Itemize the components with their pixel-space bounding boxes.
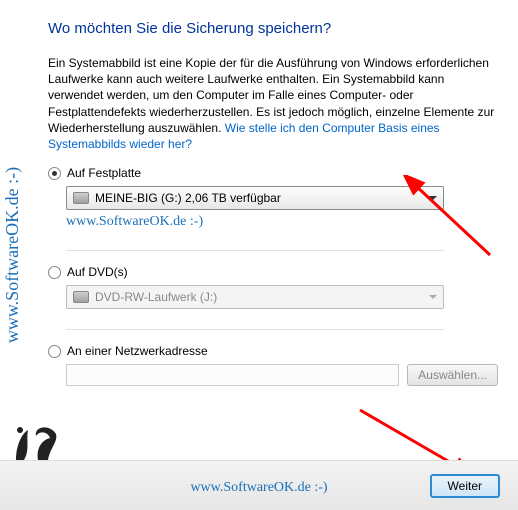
watermark-inline-1: www.SoftwareOK.de :-) (66, 214, 498, 230)
drive-icon (73, 192, 89, 204)
radio-dvd[interactable] (48, 266, 61, 279)
next-button[interactable]: Weiter (430, 474, 500, 498)
description-text: Ein Systemabbild ist eine Kopie der für … (48, 55, 498, 152)
browse-button: Auswählen... (407, 364, 498, 386)
footer-bar: www.SoftwareOK.de :-) Weiter (0, 460, 518, 510)
option-harddisk[interactable]: Auf Festplatte (48, 166, 498, 180)
chevron-down-icon (429, 295, 437, 299)
dropdown-dvd-value: DVD-RW-Laufwerk (J:) (95, 290, 217, 304)
network-row: Auswählen... (66, 364, 498, 386)
dropdown-harddisk[interactable]: MEINE-BIG (G:) 2,06 TB verfügbar (66, 186, 444, 210)
disc-icon (73, 291, 89, 303)
dropdown-harddisk-value: MEINE-BIG (G:) 2,06 TB verfügbar (95, 191, 281, 205)
option-network-label: An einer Netzwerkadresse (67, 344, 208, 358)
radio-harddisk[interactable] (48, 167, 61, 180)
divider (66, 329, 444, 330)
option-dvd-label: Auf DVD(s) (67, 265, 128, 279)
watermark-inline-2: www.SoftwareOK.de :-) (190, 480, 327, 496)
option-dvd[interactable]: Auf DVD(s) (48, 265, 498, 279)
divider (66, 250, 444, 251)
dropdown-dvd: DVD-RW-Laufwerk (J:) (66, 285, 444, 309)
network-path-input[interactable] (66, 364, 399, 386)
option-network[interactable]: An einer Netzwerkadresse (48, 344, 498, 358)
main-content: Wo möchten Sie die Sicherung speichern? … (0, 0, 518, 406)
chevron-down-icon (429, 196, 437, 200)
radio-network[interactable] (48, 345, 61, 358)
option-harddisk-label: Auf Festplatte (67, 166, 141, 180)
page-title: Wo möchten Sie die Sicherung speichern? (48, 20, 498, 37)
